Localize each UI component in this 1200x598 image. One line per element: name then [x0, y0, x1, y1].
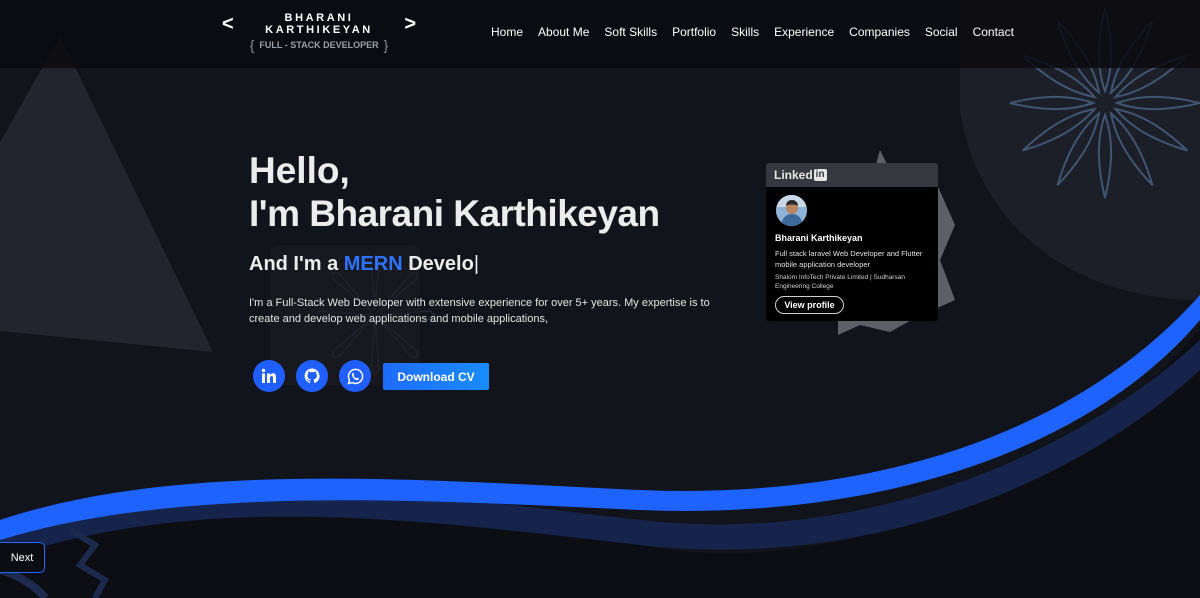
brand-open-bracket: < — [222, 13, 234, 35]
nav-item-contact[interactable]: Contact — [973, 24, 1014, 40]
nav-item-home[interactable]: Home — [491, 24, 523, 40]
brand-close-bracket: > — [404, 13, 416, 35]
linkedin-card-header: Linked in — [766, 163, 938, 187]
typing-caret: | — [473, 253, 480, 275]
next-button[interactable]: Next — [0, 542, 45, 573]
role-suffix: Develo — [402, 253, 474, 275]
nav-item-soft-skills[interactable]: Soft Skills — [604, 24, 657, 40]
linkedin-profile-card: Linked in Bharani Karthikeyan Full stack … — [766, 163, 938, 321]
linkedin-icon — [261, 368, 276, 383]
bg-navy-wave — [0, 340, 1200, 560]
bg-blue-wave — [0, 295, 1200, 540]
linkedin-logo-icon: in — [813, 169, 827, 181]
github-button[interactable] — [296, 360, 328, 392]
avatar-image — [776, 195, 807, 226]
bg-curve-bottom-left — [0, 566, 49, 598]
nav-item-about-me[interactable]: About Me — [538, 24, 589, 40]
bg-dark-wave — [0, 330, 1200, 598]
linkedin-wordmark: Linked — [774, 168, 813, 182]
linkedin-button[interactable] — [253, 360, 285, 392]
top-navbar: < BHARANI KARTHIKEYAN > { FULL - STACK D… — [0, 0, 1200, 68]
bg-zigzag — [68, 527, 110, 598]
brand-logo[interactable]: < BHARANI KARTHIKEYAN > { FULL - STACK D… — [222, 12, 416, 53]
nav-item-social[interactable]: Social — [925, 24, 958, 40]
view-profile-button[interactable]: View profile — [775, 296, 844, 314]
brand-name-row: < BHARANI KARTHIKEYAN > — [222, 12, 416, 36]
hero-role: And I'm a MERN Develo| — [249, 253, 479, 276]
social-links — [253, 360, 371, 392]
hero-name: I'm Bharani Karthikeyan — [249, 193, 660, 234]
role-highlight: MERN — [343, 253, 403, 275]
role-prefix: And I'm a — [249, 253, 344, 275]
nav-item-companies[interactable]: Companies — [849, 24, 910, 40]
main-menu: Home About Me Soft Skills Portfolio Skil… — [491, 24, 1014, 40]
whatsapp-icon — [346, 368, 363, 385]
linkedin-card-name: Bharani Karthikeyan — [775, 233, 863, 243]
brand-tagline-row: { FULL - STACK DEVELOPER } — [222, 37, 416, 53]
nav-item-skills[interactable]: Skills — [731, 24, 759, 40]
github-icon — [304, 368, 320, 384]
whatsapp-button[interactable] — [339, 360, 371, 392]
brand-close-brace: } — [383, 37, 389, 53]
linkedin-card-headline: Full stack laravel Web Developer and Flu… — [775, 249, 923, 269]
linkedin-card-org: Shalom InfoTech Private Limited | Sudhar… — [775, 274, 905, 290]
brand-tagline: FULL - STACK DEVELOPER — [259, 40, 379, 50]
download-cv-button[interactable]: Download CV — [383, 363, 489, 390]
nav-item-portfolio[interactable]: Portfolio — [672, 24, 716, 40]
avatar — [776, 195, 807, 226]
nav-item-experience[interactable]: Experience — [774, 24, 834, 40]
hero-bio: I'm a Full-Stack Web Developer with exte… — [249, 297, 710, 325]
brand-open-brace: { — [249, 37, 255, 53]
bg-triangle — [0, 36, 213, 352]
brand-name: BHARANI KARTHIKEYAN — [265, 12, 373, 36]
hero-greeting: Hello, — [249, 150, 350, 191]
